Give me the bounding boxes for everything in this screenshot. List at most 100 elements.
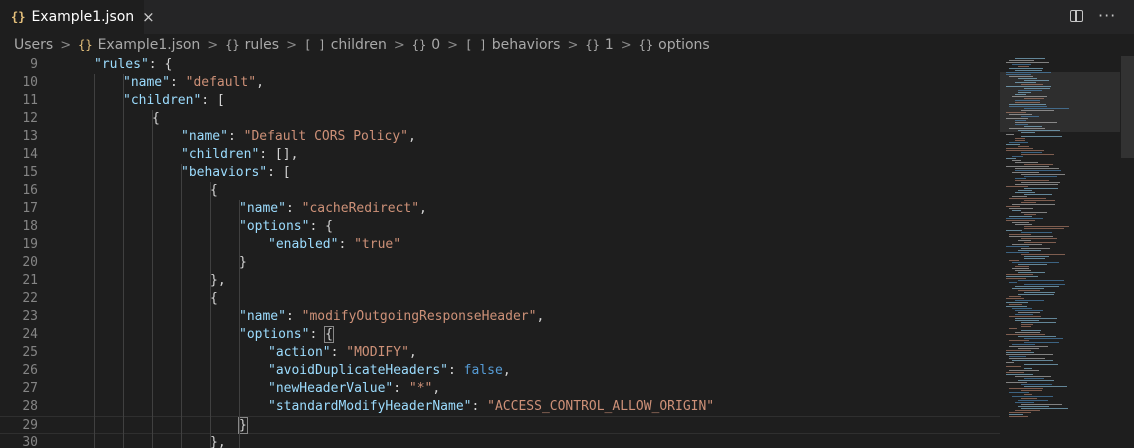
minimap-line — [1024, 378, 1044, 379]
minimap-line — [1024, 214, 1036, 215]
breadcrumb-separator-icon: > — [286, 37, 297, 53]
object-icon: {} — [225, 38, 240, 52]
minimap-line — [1015, 170, 1061, 171]
code-text: { — [210, 182, 218, 200]
json-file-icon: {} — [78, 38, 93, 52]
code-line[interactable]: 15 "behaviors": [ — [0, 164, 1000, 182]
code-line[interactable]: 13 "name": "Default CORS Policy", — [0, 128, 1000, 146]
minimap-line — [1006, 350, 1031, 351]
minimap-line — [1024, 80, 1049, 81]
minimap-line — [1021, 116, 1039, 117]
code-line[interactable]: 22 { — [0, 290, 1000, 308]
minimap-line — [1006, 362, 1014, 363]
minimap-line — [1012, 64, 1031, 65]
minimap-line — [1024, 98, 1044, 99]
breadcrumb-item-1[interactable]: {} 1 — [585, 37, 613, 53]
json-punctuation: , — [432, 381, 441, 396]
code-line[interactable]: 17 "name": "cacheRedirect", — [0, 200, 1000, 218]
indent-guide — [239, 200, 240, 448]
minimap-line — [1021, 324, 1033, 325]
array-icon: [ ] — [304, 38, 326, 52]
minimap-line — [1024, 386, 1067, 387]
code-line[interactable]: 28 "standardModifyHeaderName": "ACCESS_CO… — [0, 398, 1000, 416]
code-line[interactable]: 23 "name": "modifyOutgoingResponseHeader"… — [0, 308, 1000, 326]
close-icon[interactable]: × — [142, 9, 155, 25]
minimap-line — [1006, 278, 1026, 279]
minimap-line — [1009, 208, 1033, 209]
minimap-line — [1015, 310, 1043, 311]
json-boolean: false — [463, 363, 503, 378]
tab-example1-json[interactable]: {} Example1.json × — [0, 0, 155, 34]
minimap-line — [1012, 160, 1021, 161]
json-punctuation: : — [285, 309, 302, 324]
line-number: 10 — [22, 75, 38, 90]
minimap-line — [1021, 154, 1054, 155]
code-line[interactable]: 26 "avoidDuplicateHeaders": false, — [0, 362, 1000, 380]
line-number: 11 — [22, 93, 38, 108]
minimap-line — [1006, 166, 1049, 167]
breadcrumb-item-rules[interactable]: {} rules — [225, 37, 279, 53]
code-line[interactable]: 29} — [0, 416, 1000, 434]
code-line[interactable]: 20} — [0, 254, 1000, 272]
minimap[interactable] — [1000, 56, 1134, 448]
minimap-line — [1024, 338, 1063, 339]
minimap-line — [1009, 414, 1023, 415]
json-string: "ACCESS_CONTROL_ALLOW_ORIGIN" — [487, 399, 715, 414]
code-line[interactable]: 16 { — [0, 182, 1000, 200]
minimap-line — [1024, 364, 1058, 365]
code-line[interactable]: 25 "action": "MODIFY", — [0, 344, 1000, 362]
minimap-line — [1024, 194, 1052, 195]
minimap-line — [1018, 66, 1029, 67]
line-number: 13 — [22, 129, 38, 144]
breadcrumb-label: Example1.json — [97, 37, 201, 53]
json-punctuation: , — [408, 345, 417, 360]
minimap-line — [1006, 62, 1049, 63]
line-number: 30 — [22, 435, 38, 448]
code-line[interactable]: 14 "children": [], — [0, 146, 1000, 164]
breadcrumb-item-children[interactable]: [ ] children — [304, 37, 387, 53]
json-punctuation: : — [330, 345, 347, 360]
minimap-line — [1018, 290, 1040, 291]
minimap-line — [1015, 180, 1049, 181]
breadcrumb-item-example1-json[interactable]: {} Example1.json — [78, 37, 200, 53]
json-punctuation: : { — [148, 57, 173, 72]
breadcrumb-item-behaviors[interactable]: [ ] behaviors — [465, 37, 560, 53]
line-number: 23 — [22, 309, 38, 324]
json-punctuation: } — [239, 255, 247, 270]
json-punctuation: , — [408, 129, 416, 144]
minimap-line — [1018, 92, 1031, 93]
breadcrumb-item-0[interactable]: {} 0 — [412, 37, 440, 53]
minimap-line — [1015, 410, 1040, 411]
code-line[interactable]: 21}, — [0, 272, 1000, 290]
code-line[interactable]: 18 "options": { — [0, 218, 1000, 236]
minimap-line — [1009, 106, 1047, 107]
minimap-line — [1018, 190, 1032, 191]
minimap-line — [1018, 294, 1054, 295]
code-line[interactable]: 11 "children": [ — [0, 92, 1000, 110]
breadcrumb-item-options[interactable]: {} options — [639, 37, 710, 53]
split-editor-icon[interactable] — [1070, 10, 1083, 22]
breadcrumb-item-users[interactable]: Users — [14, 37, 53, 53]
json-key: "enabled" — [268, 237, 339, 252]
code-line[interactable]: 24 "options": { — [0, 326, 1000, 344]
json-file-icon: {} — [11, 10, 26, 24]
minimap-line — [1012, 172, 1039, 173]
minimap-line — [1021, 136, 1062, 137]
minimap-line — [1015, 318, 1057, 319]
minimap-line — [1021, 326, 1031, 327]
code-line[interactable]: 27 "newHeaderValue": "*", — [0, 380, 1000, 398]
more-actions-icon[interactable]: ··· — [1098, 6, 1116, 25]
code-line[interactable]: 30}, — [0, 434, 1000, 448]
minimap-line — [1021, 330, 1041, 331]
code-line[interactable]: 12 { — [0, 110, 1000, 128]
json-key: "name" — [239, 201, 286, 216]
minimap-line — [1006, 276, 1038, 277]
code-line[interactable]: 10 "name": "default", — [0, 74, 1000, 92]
minimap-line — [1009, 296, 1021, 297]
code-editor[interactable]: 9 "rules": {10 "name": "default", 11 "childr… — [0, 56, 1000, 448]
scrollbar-thumb[interactable] — [1121, 56, 1134, 158]
minimap-line — [1012, 210, 1021, 211]
code-line[interactable]: 19 "enabled": "true" — [0, 236, 1000, 254]
code-line[interactable]: 9 "rules": { — [0, 56, 1000, 74]
indent-guide — [210, 182, 211, 448]
